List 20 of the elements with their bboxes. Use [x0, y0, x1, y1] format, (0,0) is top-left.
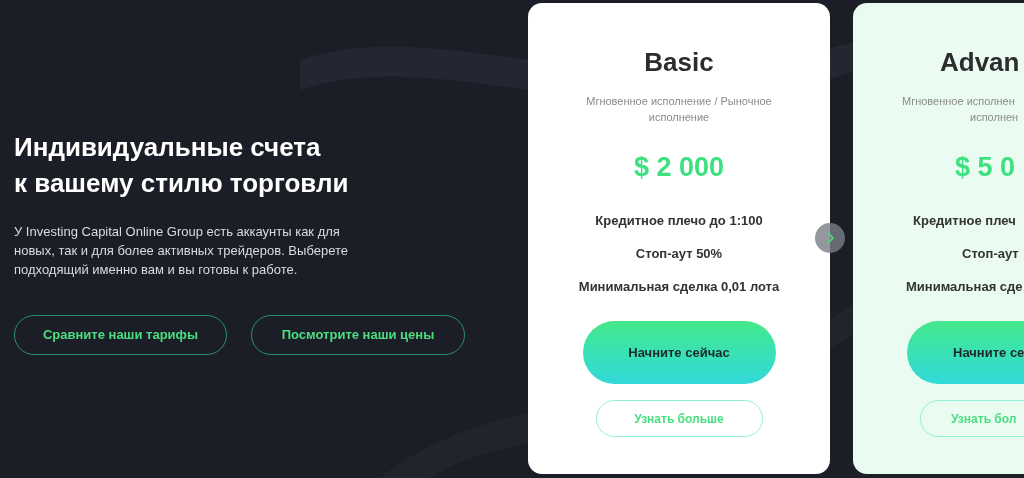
plan-feature: Кредитное плечо до 1:100 — [595, 212, 763, 230]
plan-feature: Стоп-аут 50% — [635, 245, 723, 263]
plan-subtitle: исполнение — [648, 110, 710, 125]
plan-feature: Кредитное плеч — [913, 212, 1016, 230]
plan-price: $ 5 0 — [955, 151, 1016, 184]
plan-feature: Стоп-аут — [962, 245, 1019, 263]
start-now-button[interactable]: Начните сейчас — [582, 321, 776, 384]
next-arrow-button[interactable] — [815, 223, 845, 253]
plan-subtitle: исполнен — [970, 110, 1019, 125]
start-now-button[interactable]: Начните се — [907, 321, 1024, 384]
intro-paragraph: У Investing Capital Online Group есть аккаунты как для новых, так и для более активных трейдеров. Выберете подходящий именно вам и вы готовы к работе. — [14, 223, 348, 279]
plan-feature: Минимальная сделка 0,01 лота — [578, 278, 780, 296]
plan-feature: Минимальная сде — [906, 278, 1023, 296]
plan-subtitle: Мгновенное исполнен — [902, 94, 1015, 109]
plan-title: Basic — [644, 46, 714, 79]
plan-title: Advan — [940, 46, 1020, 79]
chevron-right-icon — [825, 232, 835, 244]
plan-price: $ 2 000 — [633, 151, 725, 184]
plan-subtitle: Мгновенное исполнение / Рыночное — [586, 94, 772, 109]
headline: Индивидуальные счета к вашему стилю торговли — [14, 131, 349, 200]
